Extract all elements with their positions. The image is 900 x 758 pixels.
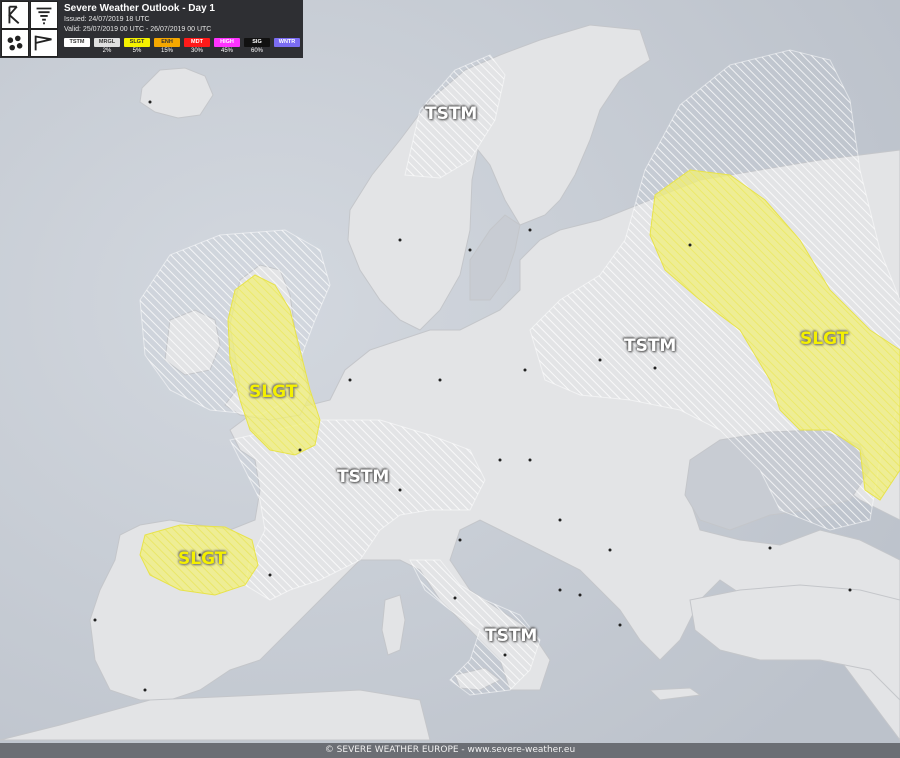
hail-icon xyxy=(1,1,29,29)
label-tstm-scandinavia: TSTM xyxy=(425,104,478,124)
city-dot xyxy=(143,688,147,692)
city-dot xyxy=(688,243,692,247)
city-dot xyxy=(653,366,657,370)
legend-item-wntr: WNTR xyxy=(274,38,300,55)
legend-percent: 2% xyxy=(102,48,112,54)
legend-swatch: SLGT xyxy=(124,38,150,47)
legend-percent: 15% xyxy=(160,48,173,54)
city-dot xyxy=(348,378,352,382)
legend-percent: 60% xyxy=(250,48,263,54)
city-dot xyxy=(148,100,152,104)
legend-swatch: WNTR xyxy=(274,38,300,47)
city-dot xyxy=(608,548,612,552)
rain-icon xyxy=(1,29,29,57)
legend-swatch: TSTM xyxy=(64,38,90,47)
label-slgt-east: SLGT xyxy=(800,329,849,349)
legend-item-enh: ENH 15% xyxy=(154,38,180,55)
tornado-icon xyxy=(30,1,58,29)
city-dot xyxy=(453,596,457,600)
city-dot xyxy=(558,588,562,592)
outlook-header: Severe Weather Outlook - Day 1 Issued: 2… xyxy=(0,0,303,58)
label-slgt-spain: SLGT xyxy=(178,549,227,569)
legend-item-sig: SIG 60% xyxy=(244,38,270,55)
city-dot xyxy=(498,458,502,462)
city-dot xyxy=(458,538,462,542)
label-tstm-france: TSTM xyxy=(337,467,390,487)
city-dot xyxy=(523,368,527,372)
risk-legend: TSTM MRGL 2% SLGT 5% ENH 15% MDT 30% HIGH 45% SIG 60… xyxy=(64,38,300,55)
legend-item-mrgl: MRGL 2% xyxy=(94,38,120,55)
legend-swatch: MDT xyxy=(184,38,210,47)
legend-item-slgt: SLGT 5% xyxy=(124,38,150,55)
label-tstm-east: TSTM xyxy=(624,336,677,356)
city-dot xyxy=(398,238,402,242)
city-dot xyxy=(618,623,622,627)
legend-item-tstm: TSTM xyxy=(64,38,90,55)
label-tstm-italy: TSTM xyxy=(485,626,538,646)
wind-icon xyxy=(30,29,58,57)
city-dot xyxy=(468,248,472,252)
legend-swatch: ENH xyxy=(154,38,180,47)
city-dot xyxy=(298,448,302,452)
city-dot xyxy=(528,458,532,462)
legend-percent: 30% xyxy=(190,48,203,54)
issued-time: Issued: 24/07/2019 18 UTC xyxy=(64,16,150,23)
outlook-title: Severe Weather Outlook - Day 1 xyxy=(64,3,215,14)
city-dot xyxy=(438,378,442,382)
city-dot xyxy=(93,618,97,622)
city-dot xyxy=(528,228,532,232)
city-dot xyxy=(848,588,852,592)
legend-percent: 45% xyxy=(220,48,233,54)
legend-item-high: HIGH 45% xyxy=(214,38,240,55)
legend-swatch: MRGL xyxy=(94,38,120,47)
city-dot xyxy=(558,518,562,522)
city-dot xyxy=(768,546,772,550)
legend-swatch: SIG xyxy=(244,38,270,47)
label-slgt-uk: SLGT xyxy=(249,382,298,402)
copyright-footer: © SEVERE WEATHER EUROPE - www.severe-wea… xyxy=(0,743,900,758)
city-dot xyxy=(398,488,402,492)
valid-time: Valid: 25/07/2019 00 UTC - 26/07/2019 00… xyxy=(64,26,212,33)
city-dot xyxy=(578,593,582,597)
legend-percent: 5% xyxy=(132,48,142,54)
city-dot xyxy=(503,653,507,657)
city-dot xyxy=(268,573,272,577)
city-dot xyxy=(598,358,602,362)
legend-item-mdt: MDT 30% xyxy=(184,38,210,55)
legend-swatch: HIGH xyxy=(214,38,240,47)
